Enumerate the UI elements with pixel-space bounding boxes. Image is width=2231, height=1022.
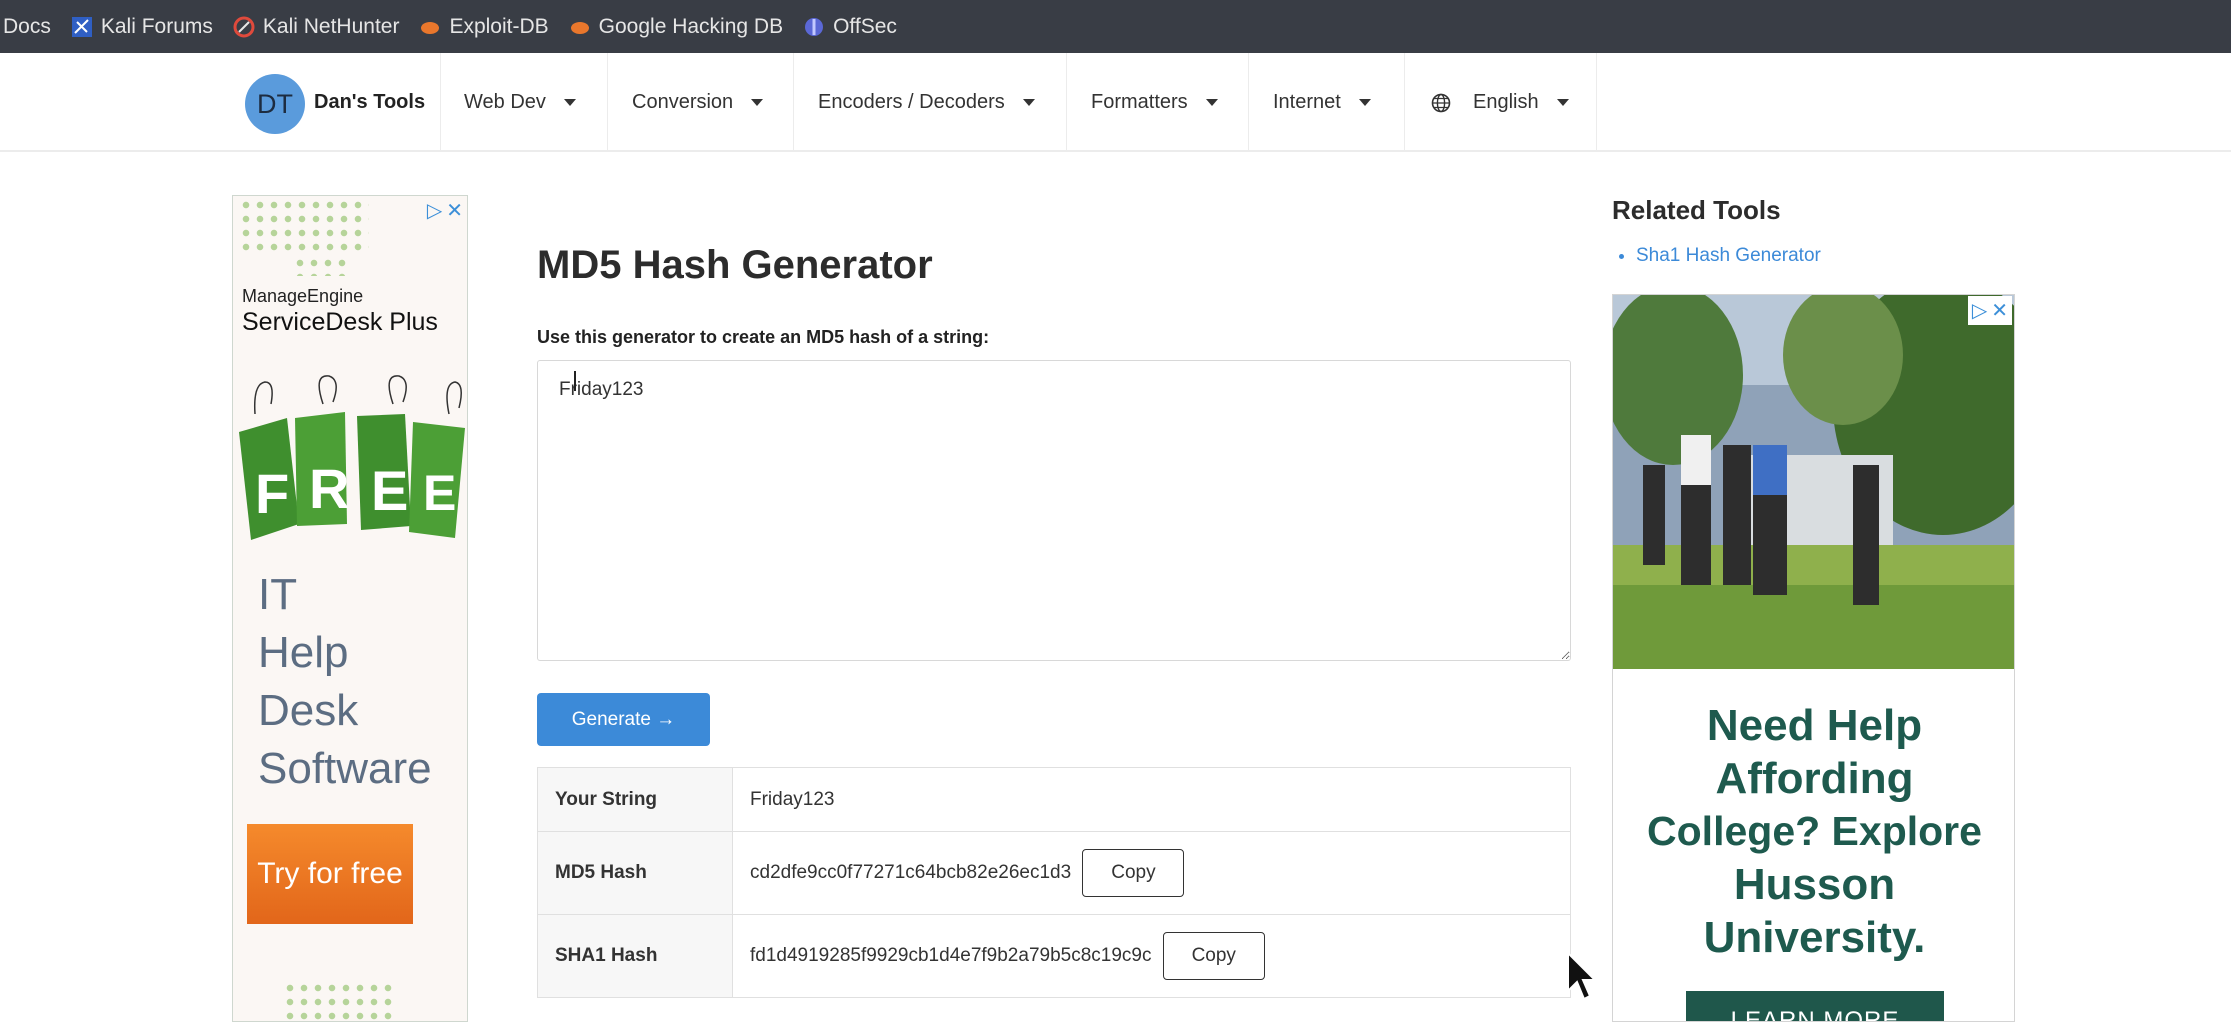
ad-headline-line: IT xyxy=(258,570,298,619)
sha1-hash-cell: fd1d4919285f9929cb1d4e7f9b2a79b5c8c19c9c… xyxy=(732,914,1571,998)
string-input[interactable] xyxy=(537,360,1571,661)
site-header: DT Dan's Tools Web Dev Conversion Encode… xyxy=(0,53,2231,152)
bookmarks-bar: Docs Kali Forums Kali NetHunter Exploit-… xyxy=(0,0,2231,53)
ad-servicedesk[interactable]: ▷ ✕ ManageEngine ServiceDesk Plus F R E … xyxy=(232,195,468,1022)
ad-headline: Need Help Affording College? Explore Hus… xyxy=(1613,699,2014,964)
ad-headline-line: Affording xyxy=(1715,754,1914,803)
campus-photo xyxy=(1613,295,2014,669)
ad-headline: IT Help Desk Software xyxy=(258,566,432,798)
caret-down-icon xyxy=(751,99,764,106)
ad-dot-pattern xyxy=(239,198,369,256)
ghdb-icon xyxy=(570,21,589,34)
ad-headline-line: Software xyxy=(258,744,432,793)
ad-controls: ▷ ✕ xyxy=(423,196,467,225)
free-letter: E xyxy=(371,459,409,522)
md5-hash-cell: cd2dfe9cc0f77271c64bcb82e26ec1d3 Copy xyxy=(732,831,1571,915)
caret-down-icon xyxy=(1205,99,1218,106)
nav-label: Encoders / Decoders xyxy=(818,91,1005,113)
ad-headline-line: Desk xyxy=(258,686,359,735)
your-string-label: Your String xyxy=(537,767,733,832)
bookmark-label: Kali Forums xyxy=(100,14,213,38)
bookmark-label: Docs xyxy=(3,14,51,38)
nav-conversion[interactable]: Conversion xyxy=(607,53,793,152)
nav-encoders-decoders[interactable]: Encoders / Decoders xyxy=(793,53,1066,152)
try-for-free-button[interactable]: Try for free xyxy=(247,824,413,924)
free-letter: R xyxy=(309,457,350,520)
adchoices-icon[interactable]: ▷ xyxy=(1972,298,1987,323)
ad-product: ServiceDesk Plus xyxy=(242,308,438,336)
ad-headline-line: Need Help xyxy=(1706,701,1923,750)
tool-description: Use this generator to create an MD5 hash… xyxy=(537,327,990,347)
related-tools-heading: Related Tools xyxy=(1612,195,1781,225)
bookmark-google-hacking-db[interactable]: Google Hacking DB xyxy=(569,15,783,39)
ad-husson[interactable]: Need Help Affording College? Explore Hus… xyxy=(1612,294,2015,1022)
copy-sha1-button[interactable]: Copy xyxy=(1162,932,1265,980)
related-tool-link[interactable]: Sha1 Hash Generator xyxy=(1636,245,1821,266)
text-cursor-icon xyxy=(574,371,576,391)
globe-icon xyxy=(1431,93,1451,112)
bookmark-kali-nethunter[interactable]: Kali NetHunter xyxy=(233,14,400,39)
nav-label: English xyxy=(1473,91,1539,113)
bookmark-label: Google Hacking DB xyxy=(598,14,784,38)
nav-label: Web Dev xyxy=(464,91,546,113)
caret-down-icon xyxy=(1556,99,1569,106)
free-letter: E xyxy=(423,465,457,521)
adchoices-icon[interactable]: ▷ xyxy=(427,198,442,223)
nav-formatters[interactable]: Formatters xyxy=(1066,53,1248,152)
exploitdb-icon xyxy=(421,21,440,34)
ad-dot-pattern xyxy=(283,981,393,1021)
logo[interactable]: DT xyxy=(245,74,305,134)
nethunter-icon xyxy=(233,16,255,37)
bookmark-exploit-db[interactable]: Exploit-DB xyxy=(419,14,549,39)
ad-dot-pattern xyxy=(293,256,349,276)
md5-hash-value: cd2dfe9cc0f77271c64bcb82e26ec1d3 xyxy=(750,862,1072,884)
nav-web-dev[interactable]: Web Dev xyxy=(440,53,607,152)
bookmark-docs[interactable]: Docs xyxy=(3,15,51,39)
nav-label: Conversion xyxy=(632,91,734,113)
close-icon[interactable]: ✕ xyxy=(446,198,463,223)
ad-headline-line: Help xyxy=(258,628,349,677)
bookmark-label: OffSec xyxy=(833,14,897,38)
nav-label: Internet xyxy=(1273,91,1341,113)
ad-brand: ManageEngine xyxy=(242,286,364,306)
sha1-hash-value: fd1d4919285f9929cb1d4e7f9b2a79b5c8c19c9c xyxy=(750,945,1152,967)
related-tool-item[interactable]: Sha1 Hash Generator xyxy=(1636,245,1821,267)
nav-label: Formatters xyxy=(1091,91,1188,113)
kali-icon xyxy=(71,16,92,37)
page-title: MD5 Hash Generator xyxy=(537,243,933,287)
table-row: Your String Friday123 xyxy=(537,767,1571,832)
ad-headline-line: College? Explore xyxy=(1647,808,1982,854)
mouse-pointer-icon xyxy=(1567,951,1596,1001)
bookmark-offsec[interactable]: OffSec xyxy=(803,15,897,39)
close-icon[interactable]: ✕ xyxy=(1991,298,2008,323)
nav-internet[interactable]: Internet xyxy=(1248,53,1404,152)
brand-name[interactable]: Dan's Tools xyxy=(314,91,425,114)
results-table: Your String Friday123 MD5 Hash cd2dfe9cc… xyxy=(537,767,1571,998)
caret-down-icon xyxy=(1022,99,1035,106)
bookmark-kali-forums[interactable]: Kali Forums xyxy=(71,15,213,39)
logo-initials: DT xyxy=(257,88,293,119)
sha1-hash-label: SHA1 Hash xyxy=(537,914,733,998)
ad-headline-line: Husson xyxy=(1733,860,1896,909)
caret-down-icon xyxy=(563,99,576,106)
free-letter: F xyxy=(255,462,290,525)
learn-more-button[interactable]: LEARN MORE xyxy=(1686,991,1944,1021)
md5-hash-label: MD5 Hash xyxy=(537,831,733,915)
table-row: MD5 Hash cd2dfe9cc0f77271c64bcb82e26ec1d… xyxy=(537,831,1571,915)
caret-down-icon xyxy=(1358,99,1371,106)
bookmark-label: Kali NetHunter xyxy=(262,14,400,38)
table-row: SHA1 Hash fd1d4919285f9929cb1d4e7f9b2a79… xyxy=(537,914,1571,998)
nav-language[interactable]: English xyxy=(1404,53,1597,152)
related-tools-list: Sha1 Hash Generator xyxy=(1636,245,1821,267)
your-string-value: Friday123 xyxy=(732,767,1571,832)
bookmark-label: Exploit-DB xyxy=(449,14,549,38)
copy-md5-button[interactable]: Copy xyxy=(1082,849,1185,897)
generate-button[interactable]: Generate → xyxy=(537,693,710,746)
offsec-icon xyxy=(805,17,824,36)
ad-controls: ▷ ✕ xyxy=(1967,296,2012,325)
ad-headline-line: University. xyxy=(1703,913,1926,962)
